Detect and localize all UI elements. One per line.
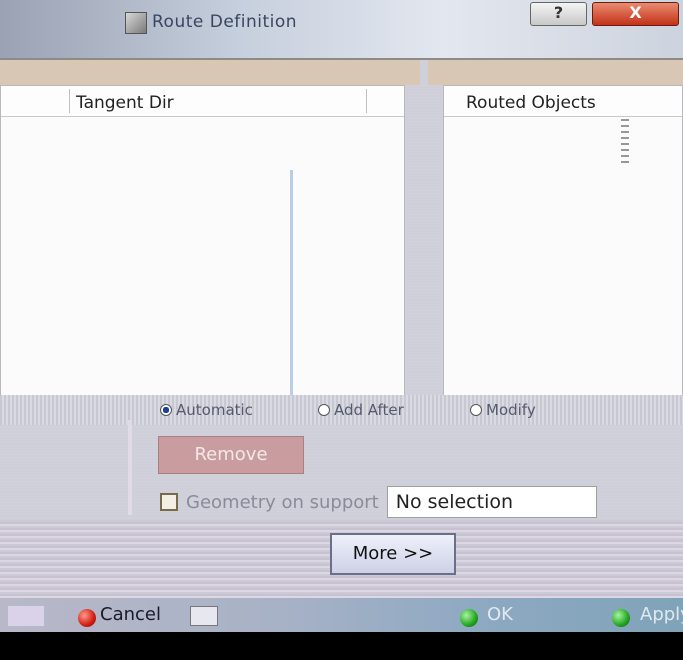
preview-icon[interactable] — [8, 606, 44, 626]
right-panel-frame — [428, 60, 683, 85]
radio-icon[interactable] — [160, 404, 172, 416]
remove-button[interactable]: Remove — [158, 436, 304, 474]
option-automatic[interactable]: Automatic — [160, 400, 253, 420]
column-header-tangent-dir[interactable]: Tangent Dir — [76, 93, 174, 113]
column-header-routed-objects[interactable]: Routed Objects — [466, 93, 596, 113]
apply-button[interactable]: Apply — [640, 604, 683, 625]
option-add-after[interactable]: Add After — [318, 400, 404, 420]
title-bar[interactable]: Route Definition ? X — [0, 0, 683, 58]
geometry-on-support-checkbox[interactable] — [160, 493, 178, 511]
option-label: Add After — [334, 401, 404, 419]
left-panel-frame — [0, 60, 420, 85]
cancel-button[interactable]: Cancel — [100, 604, 161, 625]
splitter-handle[interactable] — [290, 170, 293, 400]
option-label: Modify — [486, 401, 536, 419]
radio-icon[interactable] — [318, 404, 330, 416]
cancel-icon[interactable] — [78, 609, 96, 627]
screen-edge — [0, 632, 683, 660]
ok-icon[interactable] — [460, 609, 478, 627]
ok-button[interactable]: OK — [487, 604, 513, 625]
help-button[interactable]: ? — [530, 2, 587, 26]
dropdown-icon[interactable] — [190, 606, 218, 626]
list-header: Tangent Dir — [1, 86, 404, 117]
close-button[interactable]: X — [592, 2, 679, 26]
apply-icon[interactable] — [612, 609, 630, 627]
left-border-strip — [128, 420, 132, 515]
radio-icon[interactable] — [470, 404, 482, 416]
route-points-list[interactable]: Tangent Dir — [0, 85, 405, 400]
column-separator[interactable] — [366, 89, 367, 113]
window-title: Route Definition — [152, 12, 298, 32]
routed-objects-list[interactable]: Routed Objects — [443, 85, 683, 400]
route-definition-dialog: Route Definition ? X Tangent Dir Routed … — [0, 0, 683, 632]
scroll-indicator[interactable] — [621, 117, 629, 163]
column-separator[interactable] — [69, 89, 70, 113]
option-label: Automatic — [176, 401, 253, 419]
app-icon — [125, 12, 147, 34]
option-modify[interactable]: Modify — [470, 400, 536, 420]
geometry-on-support-label: Geometry on support — [186, 491, 379, 513]
list-header: Routed Objects — [444, 86, 682, 117]
more-button[interactable]: More >> — [330, 533, 456, 575]
support-selection-field[interactable]: No selection — [386, 486, 597, 518]
geometry-on-support-row: Geometry on support No selection — [160, 486, 597, 518]
